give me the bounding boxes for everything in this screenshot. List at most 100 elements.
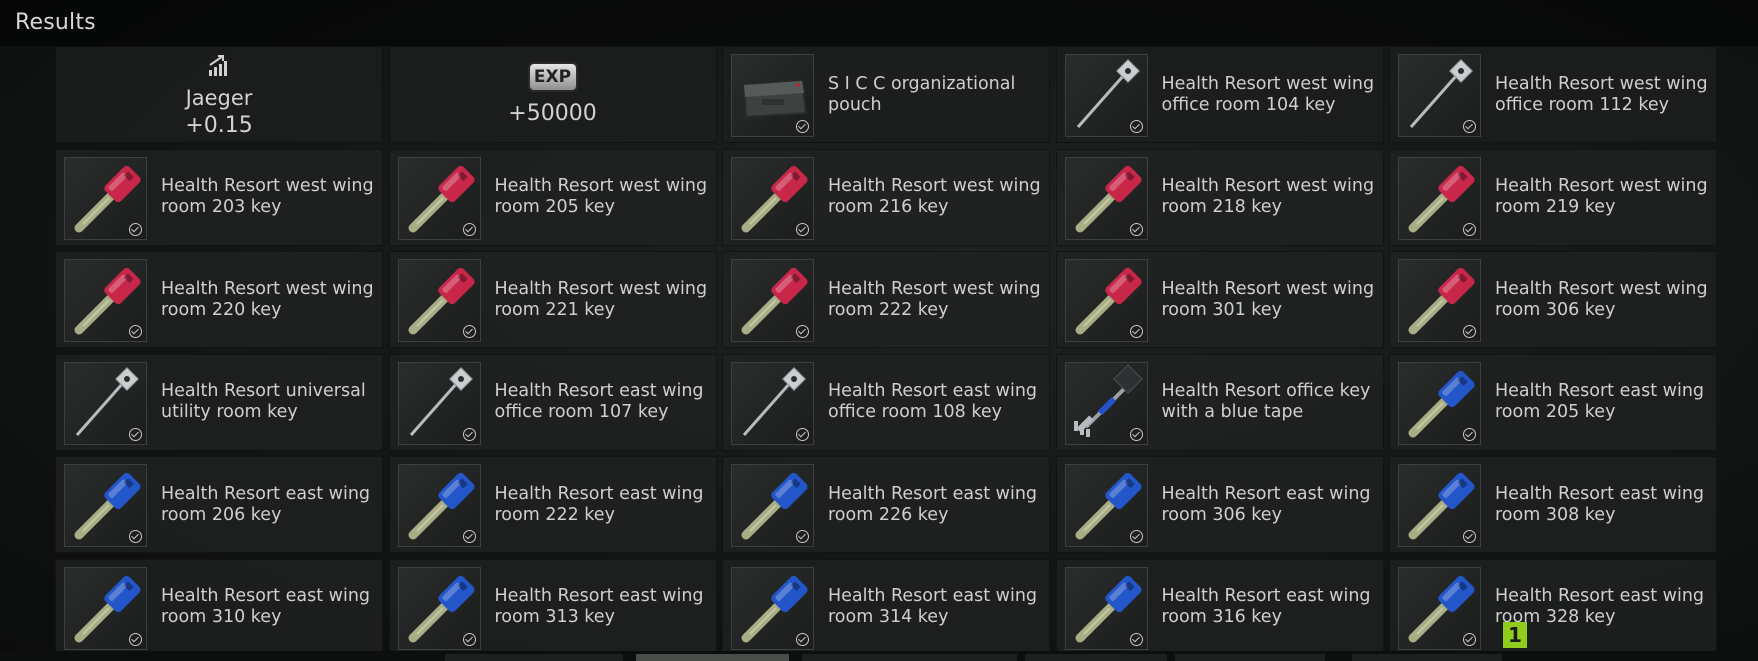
item-name: Health Resort west wing room 220 key xyxy=(161,278,374,320)
reward-item[interactable]: Health Resort west wing room 218 key xyxy=(1055,148,1384,246)
item-name: Health Resort east wing room 310 key xyxy=(161,586,371,627)
check-icon xyxy=(129,222,142,236)
item-name: Health Resort west wing room 218 key xyxy=(1161,176,1375,217)
reward-item[interactable]: Health Resort east wing room 205 key xyxy=(1389,353,1717,451)
item-icon-box xyxy=(64,361,147,445)
check-icon xyxy=(129,530,142,543)
check-icon xyxy=(1463,222,1476,236)
item-name: Health Resort east wing room 313 key xyxy=(494,586,704,627)
page-title: Results xyxy=(15,10,96,35)
reward-item[interactable]: Health Resort west wing room 306 key xyxy=(1389,251,1717,348)
count-badge: 1 xyxy=(1503,622,1527,648)
check-icon xyxy=(1129,120,1143,133)
check-icon xyxy=(1463,427,1476,441)
toolbar-tab[interactable] xyxy=(1352,654,1502,661)
reward-item[interactable]: Health Resort east wing office room 108 … xyxy=(722,353,1050,451)
exp-value: +50000 xyxy=(508,101,597,126)
item-name: Health Resort east wing office room 107 … xyxy=(494,381,704,422)
check-icon xyxy=(129,325,142,338)
item-icon-box xyxy=(397,566,481,650)
exp-badge-icon: EXP xyxy=(527,62,578,92)
item-icon-box xyxy=(1398,259,1481,342)
check-icon xyxy=(796,325,809,338)
check-icon xyxy=(796,530,809,543)
toolbar-tab[interactable] xyxy=(445,654,623,661)
item-name: Health Resort east wing room 206 key xyxy=(161,483,371,525)
check-icon xyxy=(1129,222,1143,236)
reward-item[interactable]: Health Resort west wing office room 104 … xyxy=(1055,46,1384,143)
item-name: Health Resort west wing office room 104 … xyxy=(1161,73,1375,115)
check-icon xyxy=(129,427,142,441)
item-icon-box xyxy=(731,156,814,240)
item-icon-box xyxy=(731,464,814,547)
toolbar-tab[interactable] xyxy=(1025,654,1167,661)
reward-standing[interactable]: Jaeger +0.15 xyxy=(55,46,383,143)
item-icon-box xyxy=(64,259,147,342)
reward-item[interactable]: Health Resort west wing room 203 key xyxy=(55,148,383,246)
reward-item[interactable]: Health Resort west wing room 221 key xyxy=(388,251,717,348)
reward-item[interactable]: Health Resort east wing room 206 key xyxy=(55,456,383,553)
item-icon-box xyxy=(1064,361,1148,445)
check-icon xyxy=(462,427,476,441)
check-icon xyxy=(462,222,476,236)
standing-value: +0.15 xyxy=(185,113,253,138)
reward-item[interactable]: Health Resort east wing room 314 key xyxy=(722,558,1050,656)
item-name: Health Resort west wing room 222 key xyxy=(828,278,1041,320)
check-icon xyxy=(796,427,809,441)
reward-item[interactable]: Health Resort east wing room 306 key xyxy=(1055,456,1384,553)
check-icon xyxy=(796,632,809,646)
exp-badge-text: EXP xyxy=(533,67,572,87)
reward-item[interactable]: Health Resort west wing room 219 key xyxy=(1389,148,1717,246)
reward-item[interactable]: Health Resort west wing room 301 key xyxy=(1055,251,1384,348)
reward-item[interactable]: Health Resort west wing room 216 key xyxy=(722,148,1050,246)
item-icon-box xyxy=(1398,464,1481,547)
reward-item[interactable]: Health Resort east wing room 308 key xyxy=(1389,456,1717,553)
item-icon-box xyxy=(731,259,814,342)
reward-item[interactable]: Health Resort west wing room 220 key xyxy=(55,251,383,348)
reward-item[interactable]: Health Resort east wing office room 107 … xyxy=(388,353,717,451)
reward-item[interactable]: Health Resort universal utility room key xyxy=(55,353,383,451)
item-icon-box xyxy=(731,566,814,650)
item-icon-box xyxy=(731,54,814,137)
reward-item[interactable]: Health Resort east wing room 316 key xyxy=(1055,558,1384,656)
item-icon-box xyxy=(397,156,481,240)
item-icon-box xyxy=(1064,54,1148,137)
reward-item[interactable]: Health Resort east wing room 226 key xyxy=(722,456,1050,553)
toolbar-tab-active[interactable] xyxy=(636,654,789,661)
item-icon-box xyxy=(1064,156,1148,240)
reward-exp[interactable]: EXP +50000 xyxy=(388,46,717,143)
reward-item[interactable]: Health Resort east wing room 328 key xyxy=(1389,558,1717,656)
item-name: Health Resort east wing room 205 key xyxy=(1495,381,1705,422)
item-name: Health Resort east wing room 308 key xyxy=(1495,483,1705,525)
reward-item[interactable]: Health Resort west wing room 205 key xyxy=(388,148,717,246)
rewards-grid: Jaeger +0.15 EXP +50000 S I C C organiza… xyxy=(55,46,1717,656)
check-icon xyxy=(796,222,809,236)
item-icon-box xyxy=(1064,566,1148,650)
item-icon-box xyxy=(64,464,147,547)
item-icon-box xyxy=(1064,464,1148,547)
item-name: S I C C organizational pouch xyxy=(828,73,1016,115)
reward-item[interactable]: Health Resort east wing room 310 key xyxy=(55,558,383,656)
check-icon xyxy=(1463,530,1476,543)
reward-item[interactable]: Health Resort east wing room 313 key xyxy=(388,558,717,656)
check-icon xyxy=(1129,632,1143,646)
item-name: Health Resort east wing room 306 key xyxy=(1161,483,1371,525)
reward-item[interactable]: Health Resort east wing room 222 key xyxy=(388,456,717,553)
check-icon xyxy=(1463,120,1476,133)
item-icon-box xyxy=(397,464,481,547)
item-icon-box xyxy=(1398,156,1481,240)
reward-item[interactable]: Health Resort west wing room 222 key xyxy=(722,251,1050,348)
item-icon-box xyxy=(1398,361,1481,445)
check-icon xyxy=(1463,325,1476,338)
toolbar-tab[interactable] xyxy=(802,654,1017,661)
check-icon xyxy=(129,632,142,646)
check-icon xyxy=(1129,325,1143,338)
check-icon xyxy=(462,325,476,338)
item-name: Health Resort west wing room 219 key xyxy=(1495,176,1708,217)
item-icon-box xyxy=(1398,566,1481,650)
reward-item[interactable]: Health Resort west wing office room 112 … xyxy=(1389,46,1717,143)
item-name: Health Resort west wing room 205 key xyxy=(494,176,708,217)
reward-item[interactable]: Health Resort office key with a blue tap… xyxy=(1055,353,1384,451)
toolbar-tab[interactable] xyxy=(1175,654,1325,661)
reward-item[interactable]: S I C C organizational pouch xyxy=(722,46,1050,143)
